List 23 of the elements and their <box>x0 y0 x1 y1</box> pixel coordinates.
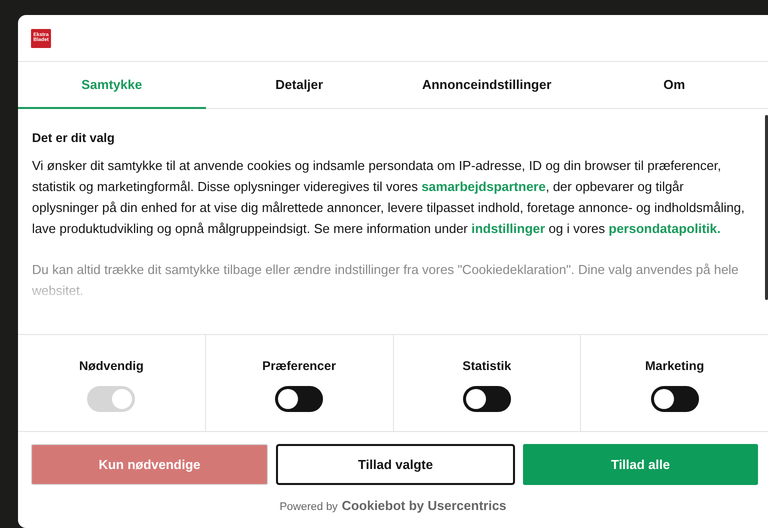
section-heading: Det er dit valg <box>32 131 116 145</box>
toggle-switch[interactable] <box>650 386 699 412</box>
powered-by-text: Powered by <box>280 501 338 513</box>
tab[interactable]: Annonceindstillinger <box>393 62 580 109</box>
tab[interactable]: Detaljer <box>206 62 393 109</box>
consent-paragraph: Vi ønsker dit samtykke til at anvende cookies og indsamle persondata om IP-adresse, ID og din browser til præferencer, statistik og marketingformål. Disse oplysninger videregives til vores samarbejdspartnere, der opbevarer og tilgår oplysninger på din enhed for at vise dig målrettede annoncer, levere tilpasset indhold, foretage annonce- og indholdsmåling, lave produktudvikling og opnå målgruppeindsigt. Se mere information under indstillinger og i vores persondatapolitik. <box>32 157 746 238</box>
brand-link[interactable]: Cookiebot by Usercentrics <box>342 498 506 513</box>
toggle-switch[interactable] <box>275 386 324 412</box>
tab[interactable]: Samtykke <box>18 62 206 109</box>
link[interactable]: indstillinger <box>471 221 546 236</box>
category-label: Marketing <box>645 359 704 373</box>
link[interactable]: persondatapolitik. <box>608 221 721 236</box>
category-label: Statistik <box>462 359 512 373</box>
link[interactable]: samarbejdspartnere <box>421 179 546 194</box>
accept-button[interactable]: Tillad alle <box>523 444 758 485</box>
decline-button[interactable]: Kun nødvendige <box>31 444 268 485</box>
scrollbar[interactable] <box>765 115 768 300</box>
category-label: Præferencer <box>262 359 336 373</box>
category-label: Nødvendig <box>79 359 144 373</box>
tab[interactable]: Om <box>580 62 768 109</box>
note-paragraph: Du kan altid trække dit samtykke tilbage eller ændre indstillinger fra vores "Cookiedeklaration". Dine valg anvendes på hele websitet. <box>32 261 740 300</box>
toggle-switch[interactable] <box>462 386 511 412</box>
outline-button[interactable]: Tillad valgte <box>276 444 515 485</box>
